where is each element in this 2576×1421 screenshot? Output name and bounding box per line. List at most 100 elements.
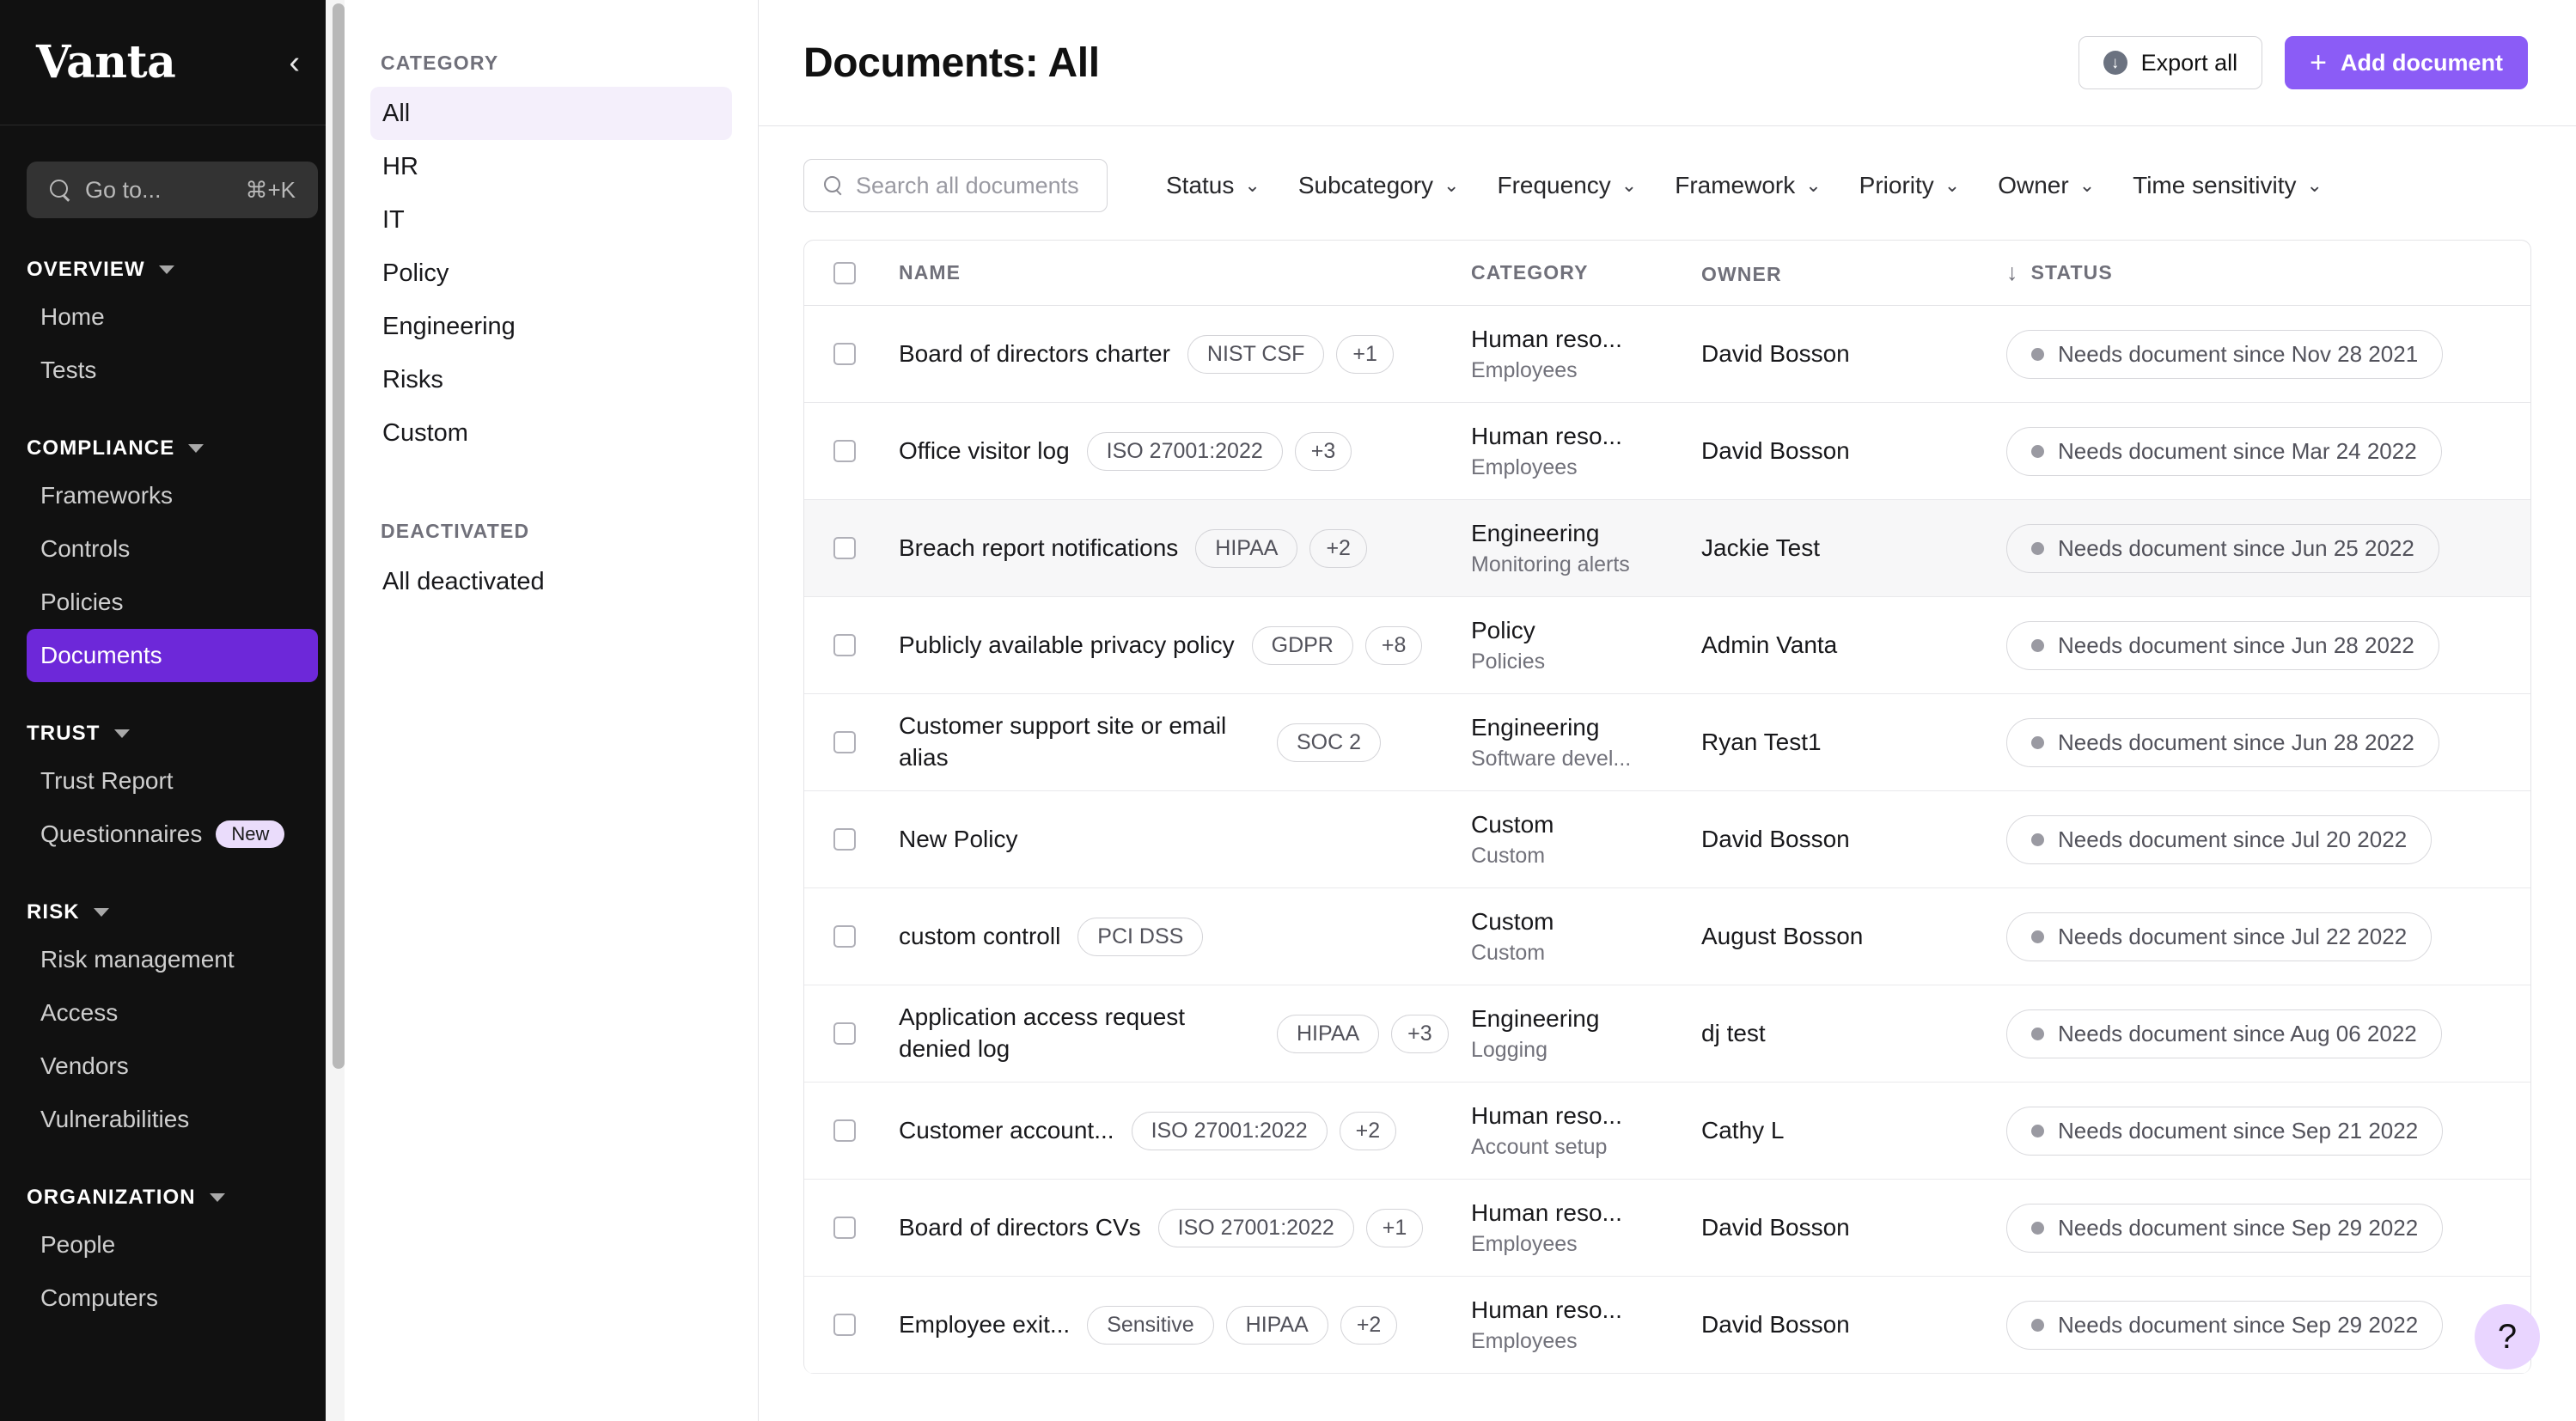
category-item-it[interactable]: IT [370,193,732,247]
filter-owner[interactable]: Owner ⌄ [1979,163,2114,208]
sidebar-item-home[interactable]: Home [27,290,318,344]
framework-tags: ISO 27001:2022 +2 [1131,1111,1397,1150]
sidebar-item-trust-report[interactable]: Trust Report [27,754,318,808]
nav-section-header-compliance[interactable]: COMPLIANCE [0,436,345,460]
column-header-owner[interactable]: OWNER [1701,259,2006,287]
table-row[interactable]: Publicly available privacy policy GDPR +… [804,597,2530,694]
framework-tags: PCI DSS [1077,917,1204,956]
row-checkbox[interactable] [833,828,856,851]
sidebar-item-vendors[interactable]: Vendors [27,1040,318,1093]
status-dot-icon [2031,347,2044,361]
row-category-cell: Human reso... Employees [1471,326,1701,383]
category-item-custom[interactable]: Custom [370,406,732,460]
row-checkbox[interactable] [833,1314,856,1336]
framework-tags: HIPAA +2 [1195,528,1367,568]
chevron-down-icon [93,908,109,917]
framework-tags: SOC 2 [1277,723,1382,762]
table-header-row: NAME CATEGORY OWNER ↓ STATUS [804,241,2530,306]
sidebar-item-vulnerabilities[interactable]: Vulnerabilities [27,1093,318,1146]
nav-section-header-trust[interactable]: TRUST [0,722,345,746]
status-dot-icon [2031,735,2044,749]
category-item-policy[interactable]: Policy [370,247,732,300]
app-root: Vanta ‹ Go to... ⌘+K OVERVIEW Home Tests… [0,0,2576,1421]
sidebar-item-policies[interactable]: Policies [27,576,318,629]
sidebar-item-label: Controls [40,535,131,562]
row-name-cell: Board of directors CVs ISO 27001:2022 +1 [899,1208,1471,1247]
nav-section-header-overview[interactable]: OVERVIEW [0,258,345,282]
row-checkbox[interactable] [833,634,856,656]
sidebar-item-label: Access [40,999,119,1026]
status-dot-icon [2031,638,2044,652]
category-item-all-deactivated[interactable]: All deactivated [370,555,732,608]
chevron-left-icon[interactable]: ‹ [280,43,308,82]
row-checkbox[interactable] [833,1119,856,1142]
export-all-button[interactable]: ↓ Export all [2078,36,2263,89]
sidebar-item-documents[interactable]: Documents [27,629,318,682]
row-status-cell: Needs document since Jun 28 2022 [2006,717,2505,767]
table-row[interactable]: Board of directors CVs ISO 27001:2022 +1… [804,1180,2530,1277]
table-row[interactable]: New Policy Custom Custom David Bosson Ne… [804,791,2530,888]
nav-section-header-risk[interactable]: RISK [0,900,345,924]
table-row[interactable]: Customer support site or email alias SOC… [804,694,2530,791]
filter-priority[interactable]: Priority ⌄ [1840,163,1980,208]
row-checkbox[interactable] [833,537,856,559]
row-category-cell: Human reso... Employees [1471,1296,1701,1354]
sidebar-item-label: Trust Report [40,767,174,794]
column-header-name[interactable]: NAME [899,261,1471,284]
row-checkbox[interactable] [833,731,856,753]
sidebar-item-frameworks[interactable]: Frameworks [27,469,318,522]
sidebar-item-label: Vendors [40,1052,129,1079]
category-item-all[interactable]: All [370,87,732,140]
category-item-engineering[interactable]: Engineering [370,300,732,353]
filter-time-sensitivity[interactable]: Time sensitivity ⌄ [2114,163,2341,208]
row-checkbox[interactable] [833,1022,856,1045]
status-badge: Needs document since Jun 28 2022 [2006,717,2439,767]
sidebar-item-access[interactable]: Access [27,986,318,1040]
search-input[interactable]: Search all documents [803,159,1108,212]
filter-framework[interactable]: Framework ⌄ [1656,163,1840,208]
global-search-trigger[interactable]: Go to... ⌘+K [27,162,318,218]
table-row[interactable]: Office visitor log ISO 27001:2022 +3 Hum… [804,403,2530,500]
sidebar-item-controls[interactable]: Controls [27,522,318,576]
sidebar-item-questionnaires[interactable]: Questionnaires New [27,808,318,861]
nav-section-title: COMPLIANCE [27,436,175,460]
sidebar-item-risk-management[interactable]: Risk management [27,933,318,986]
select-all-checkbox[interactable] [833,261,856,284]
row-name-cell: Employee exit... Sensitive HIPAA +2 [899,1305,1471,1345]
row-checkbox[interactable] [833,1217,856,1239]
category-item-hr[interactable]: HR [370,140,732,193]
row-checkbox[interactable] [833,343,856,365]
sidebar-item-computers[interactable]: Computers [27,1272,318,1325]
row-checkbox[interactable] [833,925,856,948]
column-header-category[interactable]: CATEGORY [1471,261,1701,284]
document-name: Customer support site or email alias [899,712,1227,771]
subcategory-value: Account setup [1471,1134,1608,1159]
sidebar-item-people[interactable]: People [27,1218,318,1272]
sidebar-item-tests[interactable]: Tests [27,344,318,397]
row-status-cell: Needs document since Sep 21 2022 [2006,1106,2505,1156]
row-checkbox[interactable] [833,440,856,462]
nav-section-compliance: COMPLIANCE Frameworks Controls Policies … [0,436,345,682]
table-row[interactable]: Customer account... ISO 27001:2022 +2 Hu… [804,1083,2530,1180]
chevron-down-icon: ⌄ [2079,174,2096,196]
table-row[interactable]: Breach report notifications HIPAA +2 Eng… [804,500,2530,597]
nav-section-header-organization[interactable]: ORGANIZATION [0,1186,345,1210]
documents-table: NAME CATEGORY OWNER ↓ STATUS Board of di… [803,240,2531,1374]
framework-tag-overflow: +2 [1309,528,1367,568]
add-document-button[interactable]: + Add document [2285,36,2528,89]
table-row[interactable]: Employee exit... Sensitive HIPAA +2 Huma… [804,1277,2530,1374]
table-row[interactable]: Application access request denied log HI… [804,985,2530,1083]
filter-status[interactable]: Status ⌄ [1147,163,1279,208]
category-item-risks[interactable]: Risks [370,353,732,406]
table-row[interactable]: custom controll PCI DSS Custom Custom Au… [804,888,2530,985]
help-button[interactable]: ? [2475,1304,2540,1369]
sidebar-scrollbar-thumb[interactable] [333,3,345,1069]
category-value: Custom [1471,810,1554,838]
sidebar-scrollbar-track[interactable] [326,0,345,1421]
filter-frequency[interactable]: Frequency ⌄ [1478,163,1656,208]
table-row[interactable]: Board of directors charter NIST CSF +1 H… [804,306,2530,403]
filter-subcategory[interactable]: Subcategory ⌄ [1279,163,1479,208]
column-header-status[interactable]: ↓ STATUS [2006,261,2505,284]
category-value: Human reso... [1471,1198,1622,1226]
select-all-cell [833,261,899,284]
